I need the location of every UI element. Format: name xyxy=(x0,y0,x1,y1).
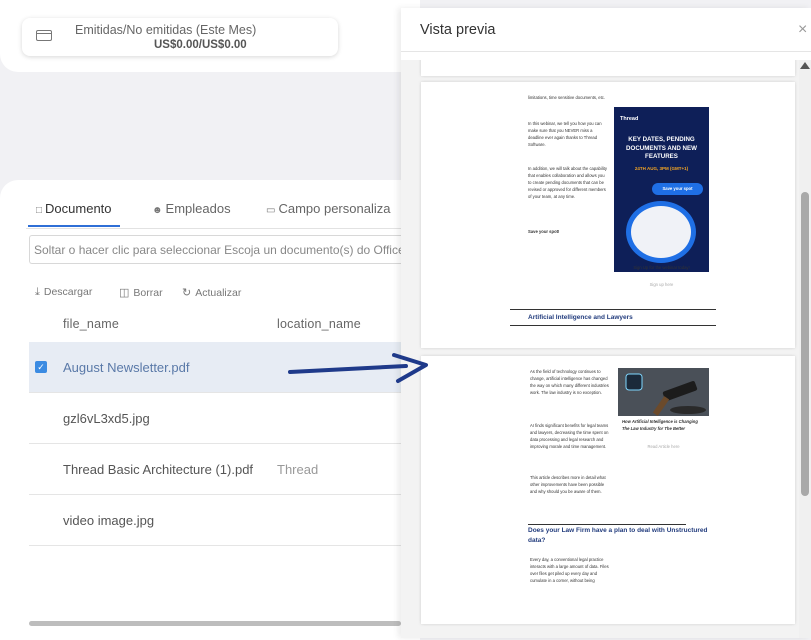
people-icon: ☻ xyxy=(152,205,163,216)
download-button[interactable]: ⤓ Descargar xyxy=(35,286,92,299)
document-viewer[interactable]: limitations, time sensitive documents, e… xyxy=(401,60,799,638)
page-paragraph: limitations, time sensitive documents, e… xyxy=(528,95,606,100)
vertical-scrollbar-thumb[interactable] xyxy=(801,192,809,496)
column-header-location-name[interactable]: location_name xyxy=(277,317,361,331)
page-paragraph: In this webinar, we tell you how you can… xyxy=(528,121,602,147)
tab-label: Documento xyxy=(45,201,112,216)
webinar-banner-image: Thread KEY DATES, PENDING DOCUMENTS AND … xyxy=(614,107,709,272)
section-heading: Artificial Intelligence and Lawyers xyxy=(528,314,633,321)
tabs-divider xyxy=(26,228,420,229)
location-cell: Thread xyxy=(277,462,319,477)
file-dropzone[interactable]: Soltar o hacer clic para seleccionar Esc… xyxy=(29,235,420,264)
tab-label: Empleados xyxy=(165,201,231,216)
table-row[interactable]: video image.jpg xyxy=(29,495,420,546)
page-paragraph: In addition, we will talk about the capa… xyxy=(528,166,607,199)
page-paragraph: AI finds significant benefits for legal … xyxy=(530,423,609,449)
section-rule xyxy=(510,325,716,326)
gavel-illustration xyxy=(618,368,709,416)
column-header-file-name[interactable]: file_name xyxy=(63,317,119,331)
file-name-cell: August Newsletter.pdf xyxy=(63,360,190,375)
signup-link: Sign up here xyxy=(649,282,674,287)
file-name-cell: Thread Basic Architecture (1).pdf xyxy=(63,462,254,477)
table-row[interactable]: gzl6vL3xd5.jpg xyxy=(29,393,420,444)
active-tab-indicator xyxy=(28,225,120,227)
gavel-robot-image xyxy=(618,368,709,416)
thread-logo: Thread xyxy=(620,116,639,122)
horizontal-scrollbar[interactable] xyxy=(29,621,401,626)
credit-card-icon xyxy=(36,30,52,41)
banner-illustration xyxy=(626,201,696,263)
download-label: Descargar xyxy=(43,286,93,298)
download-icon: ⤓ xyxy=(35,286,40,298)
preview-header-divider xyxy=(401,51,811,52)
tab-empleados[interactable]: ☻ Empleados xyxy=(152,201,231,216)
annotation-arrow-icon xyxy=(288,353,428,383)
document-icon: □ xyxy=(36,205,43,216)
document-page xyxy=(421,60,795,76)
scroll-up-arrow-icon[interactable] xyxy=(800,62,810,69)
banner-date: 24TH AUG, 3PM (GMT+1) xyxy=(634,166,689,171)
documents-panel: □ Documento ☻ Empleados ▭ Campo personaliza… xyxy=(0,180,420,640)
page-paragraph: As the field of technology continues to … xyxy=(530,369,609,395)
delete-label: Borrar xyxy=(133,287,163,299)
page-paragraph: This article describes more in detail wh… xyxy=(530,475,606,494)
stats-label: Emitidas/No emitidas (Este Mes) xyxy=(75,23,257,37)
file-name-cell: video image.jpg xyxy=(63,513,155,528)
row-checkbox-checked[interactable]: ✓ xyxy=(35,361,47,373)
refresh-label: Actualizar xyxy=(195,287,242,299)
document-page: As the field of technology continues to … xyxy=(421,356,795,624)
page-paragraph: Save your spot! xyxy=(528,229,560,234)
stats-value: US$0.00/US$0.00 xyxy=(154,39,247,51)
refresh-icon: ↻ xyxy=(182,287,192,299)
tab-label: Campo personaliza xyxy=(278,201,391,216)
close-icon[interactable]: × xyxy=(798,21,807,39)
trash-icon: ◫ xyxy=(119,287,130,299)
tab-campo-personalizado[interactable]: ▭ Campo personaliza xyxy=(266,201,390,216)
page-paragraph: Every day, a conventional legal practice… xyxy=(530,557,609,583)
table-row[interactable]: Thread Basic Architecture (1).pdf Thread xyxy=(29,444,420,495)
stats-card: Emitidas/No emitidas (Este Mes) US$0.00/… xyxy=(0,0,420,72)
read-article-link: Read Article here xyxy=(647,444,680,449)
refresh-button[interactable]: ↻ Actualizar xyxy=(182,286,241,299)
custom-field-icon: ▭ xyxy=(266,205,276,216)
tab-bar: □ Documento ☻ Empleados ▭ Campo personaliza xyxy=(0,180,420,228)
banner-cta: Save your spot xyxy=(652,183,703,195)
image-caption: How Artificial Intelligence is Changing … xyxy=(622,419,698,431)
banner-title: KEY DATES, PENDING DOCUMENTS AND NEW FEA… xyxy=(626,136,697,160)
section-rule xyxy=(510,309,716,310)
section-heading: Does your Law Firm have a plan to deal w… xyxy=(528,527,708,544)
billing-summary: Emitidas/No emitidas (Este Mes) US$0.00/… xyxy=(22,18,338,56)
tab-documento[interactable]: □ Documento xyxy=(36,201,112,216)
file-name-cell: gzl6vL3xd5.jpg xyxy=(63,411,150,426)
preview-title: Vista previa xyxy=(420,22,496,38)
document-page: limitations, time sensitive documents, e… xyxy=(421,82,795,348)
signup-text: Sign Up for the webinar today! xyxy=(633,265,690,270)
section-rule xyxy=(528,524,686,525)
preview-drawer: Vista previa × limitations, time sensiti… xyxy=(401,8,811,638)
delete-button[interactable]: ◫ Borrar xyxy=(119,286,163,299)
